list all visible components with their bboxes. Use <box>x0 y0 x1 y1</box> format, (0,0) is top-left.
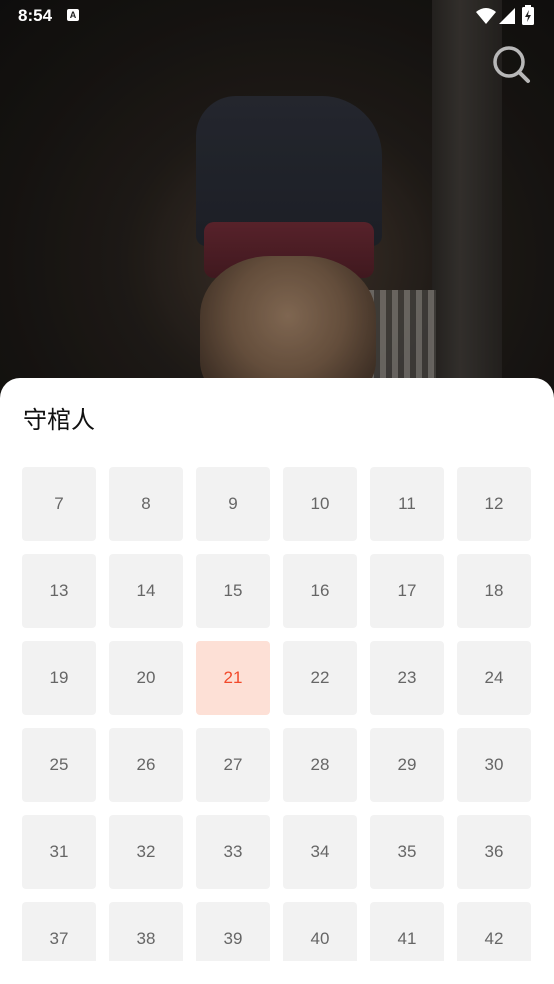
accessibility-a-icon: A <box>67 9 79 21</box>
episode-tile[interactable]: 11 <box>370 467 444 541</box>
episode-tile[interactable]: 8 <box>109 467 183 541</box>
episode-tile[interactable]: 33 <box>196 815 270 889</box>
episode-tile[interactable]: 37 <box>22 902 96 961</box>
episode-tile[interactable]: 41 <box>370 902 444 961</box>
episode-tile[interactable]: 26 <box>109 728 183 802</box>
status-time: 8:54 <box>18 6 53 25</box>
video-player[interactable] <box>0 0 554 400</box>
wifi-icon <box>476 8 496 24</box>
episode-tile[interactable]: 18 <box>457 554 531 628</box>
episode-tile[interactable]: 42 <box>457 902 531 961</box>
drama-title: 守棺人 <box>23 406 95 434</box>
episode-tile[interactable]: 35 <box>370 815 444 889</box>
status-bar: 8:54 A <box>0 0 554 32</box>
episode-tile[interactable]: 32 <box>109 815 183 889</box>
episode-tile[interactable]: 22 <box>283 641 357 715</box>
episode-tile[interactable]: 12 <box>457 467 531 541</box>
episode-tile[interactable]: 39 <box>196 902 270 961</box>
episode-tile[interactable]: 31 <box>22 815 96 889</box>
episode-tile[interactable]: 30 <box>457 728 531 802</box>
episode-sheet: 守棺人 7 8 9 10 11 12 13 14 15 16 17 18 19 20 21 22 23 24 25 2… <box>0 378 554 984</box>
episode-tile[interactable]: 29 <box>370 728 444 802</box>
status-icons <box>476 5 540 26</box>
episode-tile[interactable]: 9 <box>196 467 270 541</box>
video-overlay <box>0 0 554 400</box>
episode-tile[interactable]: 20 <box>109 641 183 715</box>
episode-tile[interactable]: 25 <box>22 728 96 802</box>
episode-tile[interactable]: 13 <box>22 554 96 628</box>
episode-tile[interactable]: 34 <box>283 815 357 889</box>
episode-tile[interactable]: 14 <box>109 554 183 628</box>
episode-tile[interactable]: 36 <box>457 815 531 889</box>
episode-tile-selected[interactable]: 21 <box>196 641 270 715</box>
episode-tile[interactable]: 7 <box>22 467 96 541</box>
episode-tile[interactable]: 24 <box>457 641 531 715</box>
battery-charging-icon <box>522 5 534 25</box>
episode-tile[interactable]: 19 <box>22 641 96 715</box>
episode-tile[interactable]: 23 <box>370 641 444 715</box>
episode-tile[interactable]: 40 <box>283 902 357 961</box>
episode-tile[interactable]: 28 <box>283 728 357 802</box>
search-icon[interactable] <box>490 42 534 86</box>
episode-tile[interactable]: 10 <box>283 467 357 541</box>
episode-tile[interactable]: 16 <box>283 554 357 628</box>
episode-tile[interactable]: 27 <box>196 728 270 802</box>
episode-grid: 7 8 9 10 11 12 13 14 15 16 17 18 19 20 21 22 23 24 25 26 27 2… <box>22 467 534 961</box>
episode-tile[interactable]: 15 <box>196 554 270 628</box>
episode-tile[interactable]: 38 <box>109 902 183 961</box>
signal-icon <box>499 8 515 24</box>
episode-tile[interactable]: 17 <box>370 554 444 628</box>
